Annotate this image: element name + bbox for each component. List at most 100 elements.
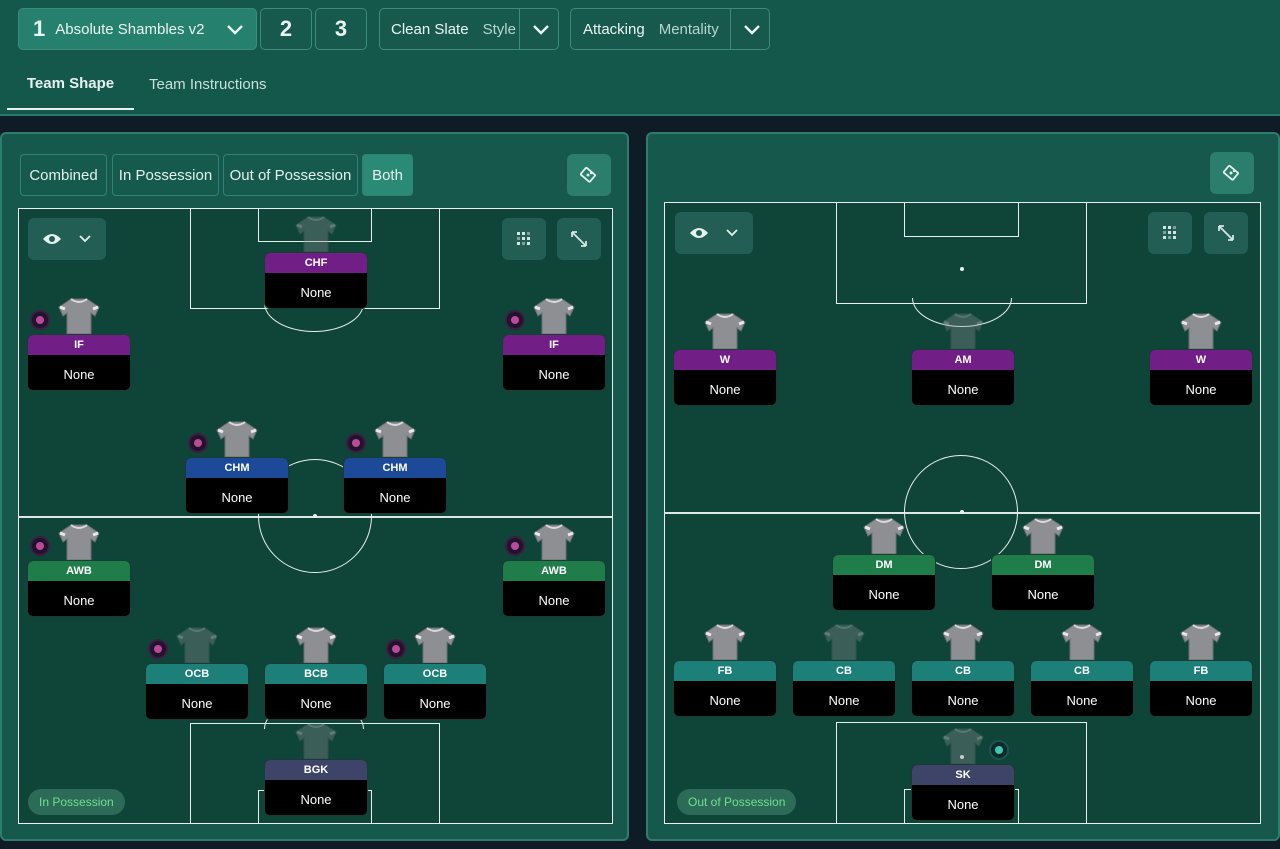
shirt-icon <box>862 516 906 556</box>
status-badge-icon <box>346 433 366 453</box>
role-card[interactable]: W None <box>673 349 777 406</box>
role-card[interactable]: BCB None <box>264 663 368 720</box>
chevron-down-icon <box>79 235 91 243</box>
tactic-slot-3-button[interactable]: 3 <box>315 8 367 50</box>
player-name: None <box>63 593 95 608</box>
mentality-value: Attacking <box>583 20 645 38</box>
in-possession-tag: In Possession <box>28 789 125 815</box>
filter-combined[interactable]: Combined <box>20 154 107 196</box>
role-card[interactable]: CHF None <box>264 252 368 309</box>
grid-toggle-button[interactable] <box>1148 212 1192 254</box>
tactic-board-button[interactable] <box>1210 152 1254 194</box>
expand-pitch-button[interactable] <box>1204 212 1248 254</box>
shirt-icon <box>215 419 259 459</box>
status-badge-icon <box>30 536 50 556</box>
player-name: None <box>419 696 451 711</box>
player-name: None <box>379 490 411 505</box>
centre-spot <box>313 514 317 518</box>
player-name: None <box>1185 382 1217 397</box>
role-card[interactable]: FB None <box>1149 660 1253 717</box>
tactics-board-icon <box>580 166 596 183</box>
filter-out-of-possession[interactable]: Out of Possession <box>223 154 358 196</box>
player-name: None <box>709 693 741 708</box>
role-card[interactable]: AWB None <box>502 560 606 617</box>
shirt-icon <box>294 214 338 254</box>
shirt-icon <box>822 622 866 662</box>
player-name: None <box>300 792 332 807</box>
role-label: AWB <box>503 561 605 581</box>
shirt-icon <box>175 625 219 665</box>
shirt-icon <box>294 721 338 761</box>
expand-pitch-button[interactable] <box>557 218 601 260</box>
role-card[interactable]: BGK None <box>264 759 368 816</box>
role-label: BGK <box>265 760 367 780</box>
expand-icon <box>1218 225 1234 241</box>
player-name: None <box>828 693 860 708</box>
chevron-down-icon <box>726 229 738 237</box>
eye-icon <box>690 228 708 238</box>
shirt-icon <box>1060 622 1104 662</box>
role-card[interactable]: AM None <box>911 349 1015 406</box>
player-name: None <box>709 382 741 397</box>
role-label: IF <box>503 335 605 355</box>
tactics-board-icon <box>1223 164 1239 181</box>
role-card[interactable]: SK None <box>911 764 1015 821</box>
player-name: None <box>221 490 253 505</box>
tab-team-shape[interactable]: Team Shape <box>7 58 134 110</box>
tactic-slot-1-dropdown[interactable]: 1 Absolute Shambles v2 <box>18 8 257 50</box>
expand-icon <box>571 231 587 247</box>
grid-icon <box>517 232 530 245</box>
grid-toggle-button[interactable] <box>502 218 546 260</box>
role-card[interactable]: OCB None <box>145 663 249 720</box>
role-card[interactable]: CHM None <box>343 457 447 514</box>
role-card[interactable]: CHM None <box>185 457 289 514</box>
status-badge-icon <box>148 639 168 659</box>
player-name: None <box>538 367 570 382</box>
role-card[interactable]: IF None <box>502 334 606 391</box>
role-label: W <box>1150 350 1252 370</box>
style-value: Clean Slate <box>391 20 469 38</box>
status-badge-icon <box>188 433 208 453</box>
shirt-icon <box>532 522 576 562</box>
role-card[interactable]: DM None <box>991 554 1095 611</box>
chevron-down-icon <box>532 21 549 37</box>
chevron-down-icon <box>226 21 243 37</box>
mentality-label: Mentality <box>658 20 719 38</box>
role-card[interactable]: OCB None <box>383 663 487 720</box>
role-label: CB <box>1031 661 1133 681</box>
out-of-possession-tag: Out of Possession <box>677 789 797 815</box>
role-card[interactable]: W None <box>1149 349 1253 406</box>
player-name: None <box>1027 587 1059 602</box>
tab-team-instructions[interactable]: Team Instructions <box>149 58 267 110</box>
player-name: None <box>868 587 900 602</box>
shirt-icon <box>373 419 417 459</box>
role-card[interactable]: CB None <box>1030 660 1134 717</box>
role-label: DM <box>992 555 1094 575</box>
filter-both[interactable]: Both <box>362 154 413 196</box>
shirt-icon <box>941 311 985 351</box>
role-label: OCB <box>384 664 486 684</box>
tactical-style-dropdown[interactable]: Clean Slate Style <box>379 8 559 50</box>
role-card[interactable]: DM None <box>832 554 936 611</box>
player-name: None <box>947 693 979 708</box>
role-card[interactable]: IF None <box>27 334 131 391</box>
status-badge-icon <box>386 639 406 659</box>
role-label: SK <box>912 765 1014 785</box>
mentality-dropdown[interactable]: Attacking Mentality <box>570 8 770 50</box>
tactic-board-button[interactable] <box>567 154 611 196</box>
role-card[interactable]: FB None <box>673 660 777 717</box>
view-options-button[interactable] <box>28 218 106 260</box>
penalty-spot-top <box>960 267 964 271</box>
role-card[interactable]: CB None <box>792 660 896 717</box>
player-name: None <box>181 696 213 711</box>
tactic-slot-2-button[interactable]: 2 <box>260 8 312 50</box>
in-possession-panel: Combined In Possession Out of Possession… <box>0 132 629 841</box>
filter-in-possession[interactable]: In Possession <box>112 154 219 196</box>
role-label: OCB <box>146 664 248 684</box>
role-card[interactable]: CB None <box>911 660 1015 717</box>
shirt-icon <box>1179 311 1223 351</box>
role-card[interactable]: AWB None <box>27 560 131 617</box>
view-options-button[interactable] <box>675 212 753 254</box>
role-label: FB <box>674 661 776 681</box>
centre-spot <box>960 510 964 514</box>
